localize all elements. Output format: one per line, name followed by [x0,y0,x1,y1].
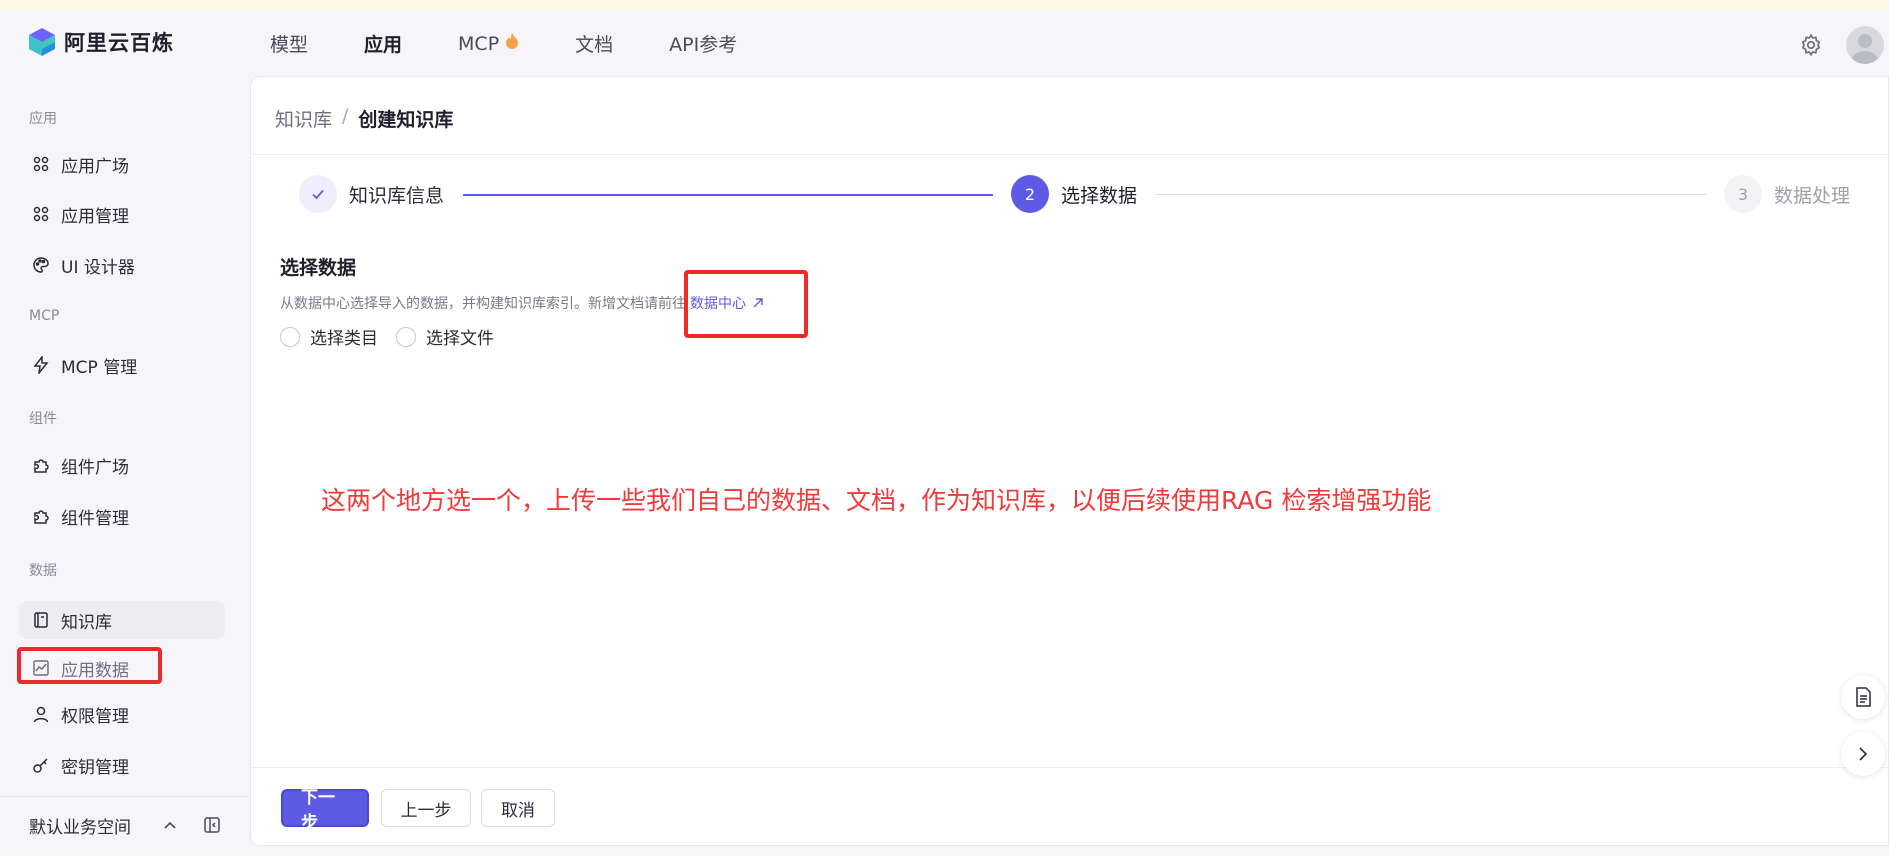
settings-gear-icon[interactable] [1798,32,1824,58]
step-data-processing[interactable]: 3 数据处理 [1724,175,1850,213]
sidebar-section-apps: 应用 [29,111,57,127]
brand-logo[interactable]: 阿里云百炼 [28,27,174,57]
sidebar-item-label: 权限管理 [61,706,129,727]
radio-label: 选择文件 [426,329,494,349]
puzzle-icon [31,506,51,526]
page-title: 创建知识库 [358,109,454,131]
nav-models[interactable]: 模型 [270,30,308,57]
nav-api-reference[interactable]: API参考 [669,30,737,57]
cancel-button[interactable]: 取消 [481,789,555,827]
step-label: 选择数据 [1061,184,1138,207]
top-nav: 阿里云百炼 模型 应用 MCP 文档 API参考 [0,10,1889,76]
breadcrumb-separator: / [342,105,349,127]
previous-step-button[interactable]: 上一步 [381,789,471,827]
sidebar-item-label: 组件管理 [61,508,129,529]
sidebar-item-label: 密钥管理 [61,757,129,778]
document-float-button[interactable] [1841,675,1885,719]
annotation-text: 这两个地方选一个，上传一些我们自己的数据、文档，作为知识库，以便后续使用RAG … [321,486,1432,515]
section-description-text: 从数据中心选择导入的数据，并构建知识库索引。新增文档请前往 [280,296,686,312]
chevron-up-icon[interactable] [160,815,180,835]
brand-name: 阿里云百炼 [64,31,174,55]
nav-docs[interactable]: 文档 [575,30,613,57]
flame-icon [505,32,519,55]
sidebar-section-mcp: MCP [29,308,60,324]
sidebar-item-label: UI 设计器 [61,257,135,278]
step-connector-done [463,194,993,196]
nav-mcp[interactable]: MCP [458,30,519,57]
user-avatar-icon [1852,34,1878,64]
radio-circle[interactable] [280,326,300,347]
sidebar-item-ui-designer[interactable]: UI 设计器 [19,246,225,284]
footer-divider [251,767,1889,768]
lightning-icon [31,355,51,375]
main-nav: 模型 应用 MCP 文档 API参考 [270,30,793,57]
user-avatar[interactable] [1846,26,1884,64]
sidebar-item-component-plaza[interactable]: 组件广场 [19,446,225,484]
radio-circle[interactable] [396,326,416,347]
breadcrumb-parent[interactable]: 知识库 [275,105,332,132]
step-number: 2 [1011,175,1049,213]
step-kb-info[interactable]: 知识库信息 [299,175,444,213]
highlight-box-data-center [684,270,808,338]
highlight-box-app-data [17,647,162,684]
sidebar-item-label: 组件广场 [61,457,129,478]
document-icon [1856,687,1871,707]
step-connector-pending [1156,194,1706,195]
command-icon [31,154,51,174]
key-icon [31,755,51,775]
breadcrumb: 知识库 / 创建知识库 [275,105,453,132]
sidebar-section-data: 数据 [29,563,57,579]
sidebar-item-knowledge-base[interactable]: 知识库 [19,601,225,639]
section-title: 选择数据 [280,257,357,279]
sidebar-item-label: 知识库 [61,612,112,633]
sidebar-item-mcp-management[interactable]: MCP 管理 [19,346,225,384]
step-label: 知识库信息 [349,184,445,207]
step-label: 数据处理 [1774,184,1851,207]
command-icon [31,204,51,224]
radio-select-category[interactable]: 选择类目 [280,324,378,349]
expand-float-button[interactable] [1841,732,1885,776]
main-panel: 知识库 / 创建知识库 知识库信息 2 选择数据 3 数据处理 选择数据 从数据… [250,76,1889,846]
step-select-data[interactable]: 2 选择数据 [1011,175,1137,213]
sidebar-item-label: 应用管理 [61,206,129,227]
sidebar-item-component-management[interactable]: 组件管理 [19,497,225,535]
nav-mcp-label: MCP [458,32,500,55]
top-banner-strip [0,0,1889,10]
puzzle-icon [31,455,51,475]
radio-select-file[interactable]: 选择文件 [396,324,494,349]
sidebar-item-label: 应用广场 [61,156,129,177]
next-step-button[interactable]: 下一步 [281,788,369,833]
sidebar-item-app-plaza[interactable]: 应用广场 [19,145,225,183]
user-icon [31,704,51,724]
chevron-right-icon [1859,747,1868,761]
book-icon [31,610,51,630]
brand-logo-icon [29,28,55,56]
palette-icon [31,255,51,275]
sidebar-item-permissions[interactable]: 权限管理 [19,695,225,733]
header-divider [251,154,1889,155]
workspace-name[interactable]: 默认业务空间 [29,813,131,838]
radio-label: 选择类目 [310,329,378,349]
sidebar-item-key-management[interactable]: 密钥管理 [19,746,225,784]
check-icon [299,175,337,213]
sidebar-item-label: MCP 管理 [61,357,138,378]
nav-apps[interactable]: 应用 [364,30,402,57]
sidebar-item-app-management[interactable]: 应用管理 [19,195,225,233]
data-source-radio-group: 选择类目 选择文件 [280,324,494,349]
sidebar-section-components: 组件 [29,411,57,427]
sidebar-collapse-icon[interactable] [202,815,222,835]
step-number: 3 [1724,175,1762,213]
sidebar: 应用 应用广场 应用管理 UI 设计器 MCP MCP 管理 组件 组件广场 组… [0,76,248,856]
workspace-switcher: 默认业务空间 [0,796,248,856]
